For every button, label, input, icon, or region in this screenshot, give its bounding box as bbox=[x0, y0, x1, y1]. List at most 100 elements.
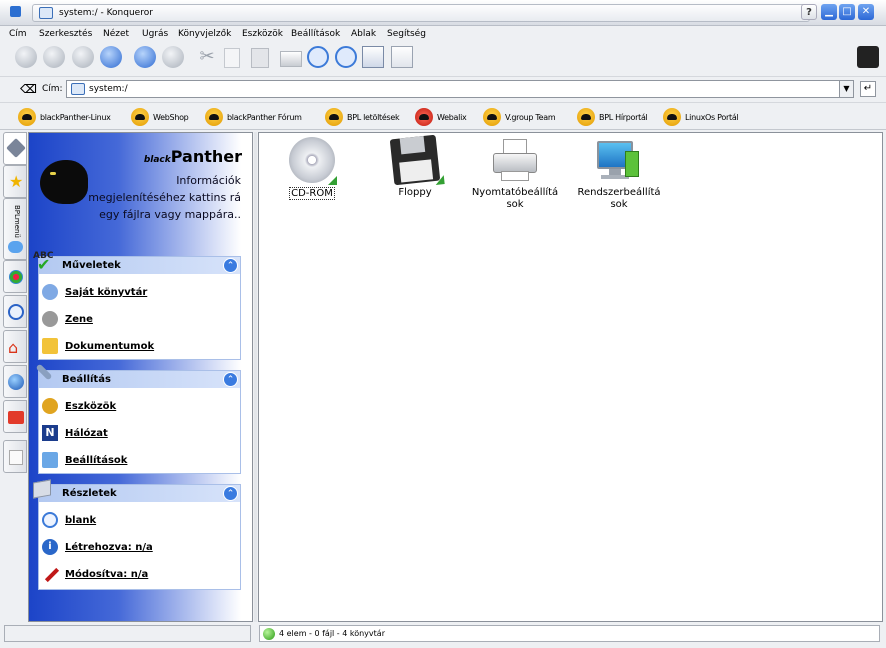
maximize-button[interactable]: □ bbox=[839, 4, 855, 20]
music-icon bbox=[42, 311, 58, 327]
bookmark-webshop[interactable]: WebShop bbox=[131, 107, 189, 127]
bookmark-blackpanther-linux[interactable]: blackPanther-Linux bbox=[18, 107, 111, 127]
file-item[interactable]: Rendszerbeállítá sok bbox=[573, 137, 665, 211]
clear-location-icon[interactable]: ⌫ bbox=[20, 82, 37, 96]
splitter-handle[interactable] bbox=[254, 132, 257, 622]
list-view-icon[interactable] bbox=[391, 46, 413, 68]
section-header[interactable]: Részletek ⌃ bbox=[39, 485, 240, 502]
menu-eszkozok[interactable]: Eszközök bbox=[242, 29, 283, 39]
address-dropdown-icon[interactable]: ▼ bbox=[839, 81, 853, 97]
collapse-icon[interactable]: ⌃ bbox=[223, 372, 238, 387]
book-icon bbox=[33, 479, 53, 499]
menu-ugras[interactable]: Ugrás bbox=[142, 29, 168, 39]
close-button[interactable]: ✕ bbox=[858, 4, 874, 20]
home-folder-icon bbox=[42, 284, 58, 300]
menu-bar: Cím Szerkesztés Nézet Ugrás Könyvjelzők … bbox=[0, 26, 886, 42]
action-dokumentumok[interactable]: Dokumentumok bbox=[42, 336, 154, 356]
bookmark-forum[interactable]: blackPanther Fórum bbox=[205, 107, 302, 127]
bookmark-bpl-hirportal[interactable]: BPL Hírportál bbox=[577, 107, 648, 127]
window-title: system:/ - Konqueror bbox=[59, 8, 153, 18]
documents-folder-icon bbox=[42, 338, 58, 354]
tab-notes-icon[interactable] bbox=[3, 440, 27, 473]
bookmark-toolbar: blackPanther-Linux WebShop blackPanther … bbox=[0, 102, 886, 130]
brand-title: blackPanther bbox=[143, 147, 242, 166]
icon-view-icon[interactable] bbox=[362, 46, 384, 68]
help-button[interactable]: ? bbox=[801, 4, 817, 20]
panther-icon bbox=[205, 108, 223, 126]
action-beallitasok[interactable]: Beállítások bbox=[42, 450, 127, 470]
settings-icon bbox=[42, 452, 58, 468]
detail-created: i Létrehozva: n/a bbox=[42, 537, 153, 557]
action-zene[interactable]: Zene bbox=[42, 309, 93, 329]
file-view[interactable]: CD-ROM Floppy Nyomtatóbeállítá sok Rends… bbox=[258, 132, 883, 622]
reload-icon[interactable] bbox=[134, 46, 156, 68]
section-title: Műveletek bbox=[62, 260, 121, 271]
collapse-icon[interactable]: ⌃ bbox=[223, 486, 238, 501]
menu-beallitasok[interactable]: Beállítások bbox=[291, 29, 340, 39]
section-title: Részletek bbox=[62, 488, 117, 499]
address-input[interactable]: system:/ ▼ bbox=[66, 80, 854, 98]
copy-icon[interactable] bbox=[224, 48, 240, 68]
action-sajat-konyvtar[interactable]: Saját könyvtár bbox=[42, 282, 147, 302]
tab-services-icon[interactable] bbox=[3, 132, 27, 165]
navigation-tabs: ★ BPLmenü ⌂ bbox=[3, 132, 28, 622]
tab-home-icon[interactable]: ⌂ bbox=[3, 330, 27, 363]
menu-nezet[interactable]: Nézet bbox=[103, 29, 129, 39]
title-bar: system:/ - Konqueror ? ▁ □ ✕ bbox=[0, 0, 886, 26]
file-name: Floppy bbox=[398, 187, 432, 198]
location-bar: ⌫ Cím: system:/ ▼ ↵ bbox=[0, 76, 886, 102]
active-view-indicator-icon[interactable] bbox=[263, 628, 275, 640]
section-header[interactable]: Beállítás ⌃ bbox=[39, 371, 240, 388]
main-toolbar: ✂ bbox=[0, 42, 886, 76]
throbber-icon bbox=[857, 46, 879, 68]
file-name: CD-ROM bbox=[289, 187, 335, 200]
system-settings-icon bbox=[595, 137, 643, 183]
up-icon[interactable] bbox=[72, 46, 94, 68]
paste-icon[interactable] bbox=[251, 48, 269, 68]
menu-konyvjelzok[interactable]: Könyvjelzők bbox=[178, 29, 231, 39]
bookmark-webalix[interactable]: Webalix bbox=[415, 107, 467, 127]
spellcheck-icon: ABC ✔ bbox=[33, 251, 54, 274]
bookmark-bpl-letoltesek[interactable]: BPL letöltések bbox=[325, 107, 400, 127]
zoom-out-icon[interactable] bbox=[335, 46, 357, 68]
tab-devices-icon[interactable] bbox=[3, 260, 27, 293]
tab-bookmarks-icon[interactable]: ★ bbox=[3, 165, 27, 198]
back-icon[interactable] bbox=[15, 46, 37, 68]
action-halozat[interactable]: N Hálózat bbox=[42, 423, 108, 443]
cut-icon[interactable]: ✂ bbox=[196, 46, 218, 68]
action-eszkozok[interactable]: Eszközök bbox=[42, 396, 116, 416]
menu-ablak[interactable]: Ablak bbox=[351, 29, 376, 39]
menu-segitseg[interactable]: Segítség bbox=[387, 29, 426, 39]
folder-icon bbox=[71, 83, 85, 95]
panther-icon bbox=[663, 108, 681, 126]
menu-cim[interactable]: Cím bbox=[9, 29, 27, 39]
tab-history-icon[interactable] bbox=[3, 295, 27, 328]
file-item[interactable]: Nyomtatóbeállítá sok bbox=[469, 137, 561, 211]
cdrom-icon bbox=[289, 137, 337, 185]
panther-icon bbox=[577, 108, 595, 126]
forward-icon[interactable] bbox=[43, 46, 65, 68]
zoom-in-icon[interactable] bbox=[307, 46, 329, 68]
file-item[interactable]: Floppy bbox=[379, 134, 451, 198]
collapse-icon[interactable]: ⌃ bbox=[223, 258, 238, 273]
file-item[interactable]: CD-ROM bbox=[277, 137, 347, 200]
address-value: system:/ bbox=[89, 84, 128, 94]
stop-icon[interactable] bbox=[162, 46, 184, 68]
go-button[interactable]: ↵ bbox=[860, 81, 876, 97]
tab-network-icon[interactable] bbox=[3, 365, 27, 398]
print-icon[interactable] bbox=[280, 51, 302, 67]
bookmark-vgroup-team[interactable]: V.group Team bbox=[483, 107, 556, 127]
window-tab[interactable]: system:/ - Konqueror bbox=[32, 4, 810, 22]
printer-icon bbox=[491, 137, 539, 183]
app-menu-icon[interactable] bbox=[10, 6, 21, 17]
section-header[interactable]: Műveletek ⌃ bbox=[39, 257, 240, 274]
wrench-icon bbox=[33, 363, 53, 385]
menu-szerkesztes[interactable]: Szerkesztés bbox=[39, 29, 92, 39]
tab-root-folder-icon[interactable] bbox=[3, 400, 27, 433]
minimize-button[interactable]: ▁ bbox=[821, 4, 837, 20]
tab-bplmenu[interactable]: BPLmenü bbox=[3, 198, 27, 260]
panther-icon bbox=[325, 108, 343, 126]
panther-icon bbox=[18, 108, 36, 126]
bookmark-linuxos-portal[interactable]: LinuxOs Portál bbox=[663, 107, 739, 127]
home-icon[interactable] bbox=[100, 46, 122, 68]
